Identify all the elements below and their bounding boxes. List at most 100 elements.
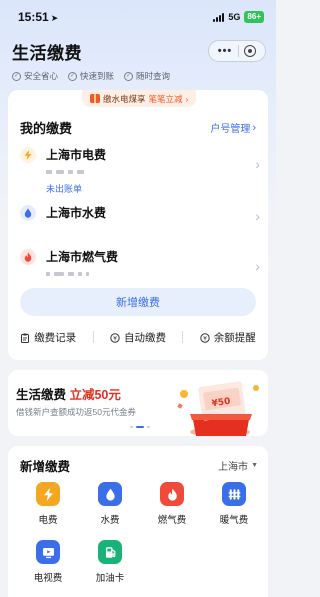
coupon-illustration: ¥50 [177, 381, 259, 436]
promo-banner[interactable]: 生活缴费 立减50元 借钱新户查额成功返50元代金券 ¥50 [8, 370, 268, 436]
network-label: 5G [228, 12, 241, 22]
page-header: 生活缴费 ••• [12, 38, 266, 64]
service-label: 加油卡 [95, 573, 125, 584]
masked-account-number [46, 168, 260, 176]
feature-query: ✓ 随时查询 [124, 70, 170, 82]
status-bar: 15:51 ➤ 5G 86+ [0, 0, 276, 34]
tv-icon [36, 540, 60, 564]
miniapp-capsule: ••• [208, 40, 266, 62]
lightning-icon [36, 482, 60, 506]
service-fuel-card[interactable]: 加油卡 [88, 540, 132, 584]
promo-tab[interactable]: 缴水电煤享 笔笔立减 › [82, 90, 197, 107]
divider [182, 331, 184, 343]
service-water[interactable]: 水费 [88, 482, 132, 526]
quick-actions: 缴费记录 ¥ 自动缴费 ¥ 余额提醒 [12, 330, 264, 345]
yuan-alert-icon: ¥ [200, 332, 210, 343]
caret-down-icon: ▼ [251, 462, 258, 469]
bill-status: 未出账单 [46, 184, 83, 194]
feature-fast: ✓ 快速到账 [68, 70, 114, 82]
bill-item-electricity[interactable]: 上海市电费 未出账单 › [20, 146, 260, 195]
divider [92, 331, 94, 343]
promo-highlight: 笔笔立减 [148, 93, 183, 104]
svg-text:¥: ¥ [113, 335, 117, 342]
bill-name: 上海市水费 [46, 206, 107, 220]
flame-icon [160, 482, 184, 506]
chevron-right-icon: › [252, 121, 256, 134]
feature-label: 快速到账 [80, 71, 115, 81]
flame-icon [20, 249, 36, 265]
page-title: 生活缴费 [12, 43, 82, 63]
balance-reminder-button[interactable]: ¥ 余额提醒 [200, 330, 256, 345]
radiator-icon [222, 482, 246, 506]
account-manage-link[interactable]: 户号管理 › [210, 120, 256, 136]
section-title: 新增缴费 [20, 460, 71, 474]
feature-label: 随时查询 [136, 71, 171, 81]
new-payment-button[interactable]: 新增缴费 [20, 288, 256, 316]
service-gas[interactable]: 燃气费 [150, 482, 194, 526]
service-label: 暖气费 [219, 515, 249, 526]
banner-subtitle: 借钱新户查额成功返50元代金券 [16, 407, 136, 417]
close-icon [248, 49, 253, 53]
water-drop-icon [20, 205, 36, 221]
chevron-right-icon: › [255, 156, 260, 172]
status-indicators: 5G 86+ [213, 11, 264, 23]
more-menu-button[interactable]: ••• [218, 45, 233, 57]
service-label: 水费 [100, 515, 120, 526]
feature-label: 安全省心 [24, 71, 59, 81]
bill-name: 上海市电费 [46, 148, 107, 162]
water-drop-icon [98, 482, 122, 506]
add-payment-card: 新增缴费 上海市 ▼ 电费 水费 燃气费 暖气费 电视费 加油卡 [8, 446, 268, 597]
service-label: 电费 [38, 515, 58, 526]
quick-action-label: 余额提醒 [213, 332, 256, 344]
banner-title: 生活缴费 立减50元 [16, 384, 121, 403]
my-bills-header: 我的缴费 户号管理 › [20, 118, 256, 137]
section-title: 我的缴费 [20, 121, 73, 136]
check-icon: ✓ [12, 71, 21, 81]
fuel-pump-icon [98, 540, 122, 564]
lightning-icon [20, 147, 36, 163]
banner-title-text: 生活缴费 [16, 388, 70, 402]
banner-title-highlight: 立减50元 [69, 388, 121, 402]
quick-action-label: 缴费记录 [34, 332, 77, 344]
svg-text:¥: ¥ [203, 335, 207, 342]
quick-action-label: 自动缴费 [123, 332, 166, 344]
signal-icon [213, 12, 225, 22]
city-label: 上海市 [218, 462, 249, 473]
carousel-indicator [130, 426, 150, 428]
bill-item-gas[interactable]: 上海市燃气费 › [20, 248, 260, 278]
feature-safe: ✓ 安全省心 [12, 70, 58, 82]
bill-name: 上海市燃气费 [46, 250, 119, 264]
service-tv[interactable]: 电视费 [26, 540, 70, 584]
bill-info: 上海市水费 [46, 204, 260, 222]
add-payment-header: 新增缴费 上海市 ▼ [20, 456, 258, 475]
payment-records-button[interactable]: 缴费记录 [20, 330, 76, 345]
chevron-right-icon: › [255, 208, 260, 224]
bill-info: 上海市燃气费 [46, 248, 260, 278]
clipboard-icon [21, 333, 30, 343]
service-heating[interactable]: 暖气费 [212, 482, 256, 526]
chevron-right-icon: › [255, 258, 260, 274]
gift-icon [90, 94, 100, 103]
bill-item-water[interactable]: 上海市水费 › [20, 204, 260, 224]
auto-payment-button[interactable]: ¥ 自动缴费 [110, 330, 166, 345]
link-label: 户号管理 [210, 124, 251, 135]
service-label: 电视费 [33, 573, 63, 584]
service-label: 燃气费 [157, 515, 187, 526]
bill-info: 上海市电费 未出账单 [46, 146, 260, 195]
city-selector[interactable]: 上海市 ▼ [218, 458, 258, 473]
chevron-right-icon: › [185, 93, 189, 104]
location-arrow-icon: ➤ [50, 13, 59, 23]
close-miniapp-button[interactable] [244, 45, 257, 57]
yuan-cycle-icon: ¥ [110, 332, 120, 343]
status-time: 15:51 ➤ [18, 10, 58, 24]
time-text: 15:51 [18, 10, 49, 24]
feature-tags: ✓ 安全省心 ✓ 快速到账 ✓ 随时查询 [12, 70, 170, 82]
my-bills-card: 缴水电煤享 笔笔立减 › 我的缴费 户号管理 › 上海市电费 未出账单 › 上海市水… [8, 90, 268, 360]
check-icon: ✓ [68, 71, 78, 81]
service-electricity[interactable]: 电费 [26, 482, 70, 526]
promo-text: 缴水电煤享 [103, 93, 146, 104]
masked-account-number [46, 270, 260, 278]
check-icon: ✓ [124, 71, 134, 81]
capsule-divider [237, 45, 239, 57]
battery-icon: 86+ [244, 11, 264, 23]
